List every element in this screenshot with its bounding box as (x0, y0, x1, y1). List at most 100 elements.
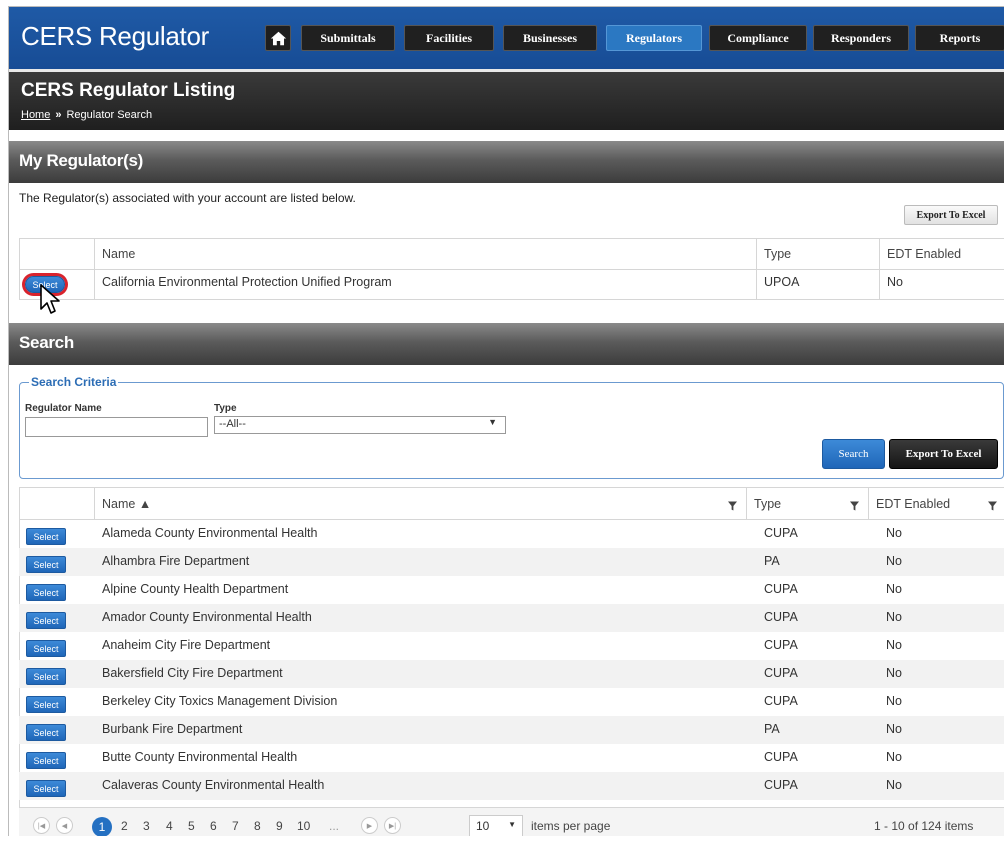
row-name: Berkeley City Toxics Management Division (102, 694, 338, 708)
row-edt: No (886, 750, 902, 764)
next-page-icon[interactable]: ▶ (361, 817, 378, 834)
search-button[interactable]: Search (822, 439, 885, 469)
row-type: CUPA (764, 638, 798, 652)
home-icon (270, 31, 286, 45)
filter-icon[interactable] (728, 501, 737, 511)
nav-facilities[interactable]: Facilities (404, 25, 494, 51)
nav-reports[interactable]: Reports (915, 25, 1004, 51)
row-name: Alhambra Fire Department (102, 554, 250, 568)
my-grid-header-border (19, 269, 1004, 270)
my-grid-col-divider (879, 238, 880, 299)
row-select-button[interactable]: Select (26, 752, 66, 769)
nav-regulators[interactable]: Regulators (606, 25, 702, 51)
row-type: PA (764, 722, 780, 736)
results-col-type[interactable]: Type (754, 497, 781, 511)
my-grid-left-border (19, 238, 20, 299)
app-brand[interactable]: CERS Regulator (21, 21, 209, 52)
row-type: CUPA (764, 666, 798, 680)
nav-businesses[interactable]: Businesses (503, 25, 597, 51)
row-edt: No (886, 526, 902, 540)
last-page-icon[interactable]: ▶| (384, 817, 401, 834)
row-select-button[interactable]: Select (26, 696, 66, 713)
row-edt: No (886, 694, 902, 708)
page-3-button[interactable]: 3 (143, 819, 150, 833)
row-edt: No (886, 666, 902, 680)
row-name: Alameda County Environmental Health (102, 526, 318, 540)
row-select-button[interactable]: Select (26, 612, 66, 629)
page-size-value: 10 (476, 819, 490, 833)
page-7-button[interactable]: 7 (232, 819, 239, 833)
page-size-label: items per page (531, 819, 611, 833)
search-criteria-legend: Search Criteria (29, 375, 119, 389)
mouse-cursor-icon (40, 284, 60, 314)
page-title: CERS Regulator Listing (21, 80, 236, 101)
my-regulator-edt: No (887, 275, 903, 289)
page-more-button[interactable]: ... (329, 819, 339, 833)
type-select-value: --All-- (219, 418, 246, 430)
row-select-button[interactable]: Select (26, 668, 66, 685)
row-type: PA (764, 554, 780, 568)
row-type: CUPA (764, 582, 798, 596)
row-type: CUPA (764, 750, 798, 764)
row-edt: No (886, 638, 902, 652)
row-select-button[interactable]: Select (26, 556, 66, 573)
my-col-name[interactable]: Name (102, 247, 135, 261)
page-5-button[interactable]: 5 (188, 819, 195, 833)
nav-compliance[interactable]: Compliance (709, 25, 807, 51)
type-select[interactable]: --All-- ▼ (214, 416, 506, 434)
my-regulators-export-button[interactable]: Export To Excel (904, 205, 998, 225)
page-2-button[interactable]: 2 (121, 819, 128, 833)
nav-responders[interactable]: Responders (813, 25, 909, 51)
my-regulator-name: California Environmental Protection Unif… (102, 275, 392, 289)
row-name: Alpine County Health Department (102, 582, 289, 596)
results-grid-left-border (19, 487, 20, 807)
results-col-divider (868, 487, 869, 519)
row-select-button[interactable]: Select (26, 528, 66, 545)
row-name: Bakersfield City Fire Department (102, 666, 283, 680)
results-col-name[interactable]: Name ▲ (102, 497, 151, 511)
search-header: Search (9, 323, 1004, 365)
row-name: Anaheim City Fire Department (102, 638, 271, 652)
app-window: CERS Regulator Submittals Facilities Bus… (8, 6, 1004, 836)
row-edt: No (886, 778, 902, 792)
row-type: CUPA (764, 610, 798, 624)
regulator-name-input[interactable] (25, 417, 208, 437)
row-select-button[interactable]: Select (26, 780, 66, 797)
pager-summary: 1 - 10 of 124 items (874, 819, 974, 833)
results-grid-header-border (19, 519, 1004, 520)
first-page-icon[interactable]: |◀ (33, 817, 50, 834)
page-6-button[interactable]: 6 (210, 819, 217, 833)
breadcrumb-home-link[interactable]: Home (21, 109, 50, 121)
filter-icon[interactable] (850, 501, 859, 511)
breadcrumb: Home » Regulator Search (21, 109, 152, 121)
my-grid-col-divider (756, 238, 757, 299)
row-edt: No (886, 554, 902, 568)
row-select-button[interactable]: Select (26, 584, 66, 601)
prev-page-icon[interactable]: ◀ (56, 817, 73, 834)
page-8-button[interactable]: 8 (254, 819, 261, 833)
page-size-select[interactable]: 10 ▼ (469, 815, 523, 836)
my-grid-bottom-border (19, 299, 1004, 300)
my-grid-top-border (19, 238, 1004, 239)
my-col-type[interactable]: Type (764, 247, 791, 261)
page-10-button[interactable]: 10 (297, 819, 310, 833)
search-export-button[interactable]: Export To Excel (889, 439, 998, 469)
row-name: Butte County Environmental Health (102, 750, 298, 764)
page-1-button[interactable]: 1 (92, 817, 112, 836)
nav-submittals[interactable]: Submittals (301, 25, 395, 51)
results-col-edt[interactable]: EDT Enabled (876, 497, 950, 511)
my-regulator-type: UPOA (764, 275, 800, 289)
row-select-button[interactable]: Select (26, 640, 66, 657)
row-name: Burbank Fire Department (102, 722, 243, 736)
row-type: CUPA (764, 694, 798, 708)
my-col-edt[interactable]: EDT Enabled (887, 247, 961, 261)
home-button[interactable] (265, 25, 291, 51)
page-9-button[interactable]: 9 (276, 819, 283, 833)
row-select-button[interactable]: Select (26, 724, 66, 741)
page-header: CERS Regulator Listing Home » Regulator Se… (9, 72, 1004, 130)
filter-icon[interactable] (988, 501, 997, 511)
row-edt: No (886, 610, 902, 624)
chevron-down-icon: ▼ (488, 417, 497, 427)
row-name: Amador County Environmental Health (102, 610, 312, 624)
page-4-button[interactable]: 4 (166, 819, 173, 833)
